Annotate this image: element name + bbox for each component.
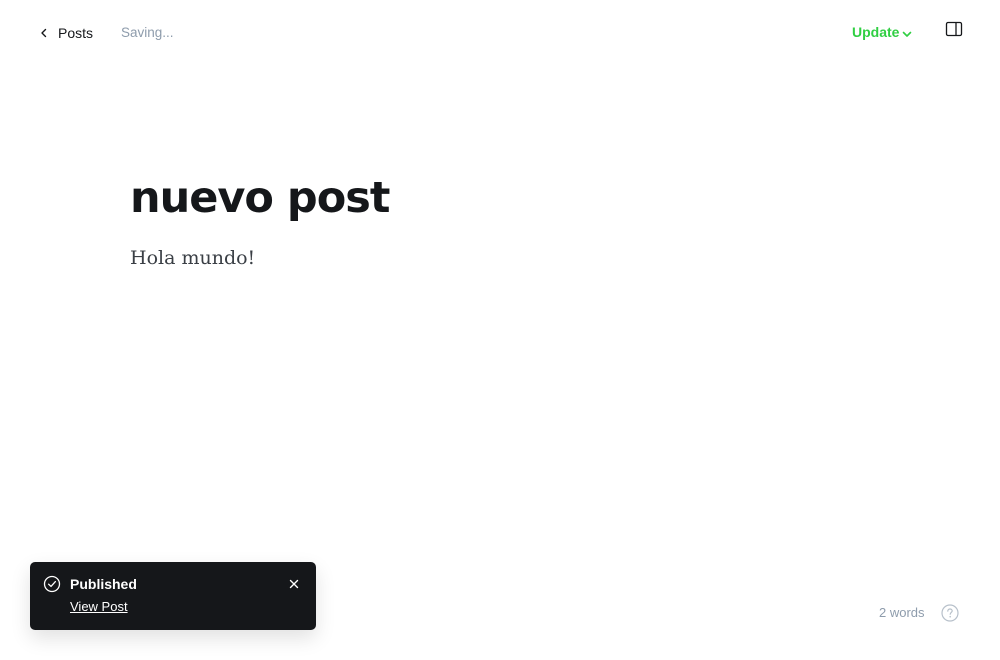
sidebar-panel-icon (944, 20, 964, 40)
update-button-label: Update (852, 24, 900, 40)
post-title[interactable]: nuevo post (130, 168, 390, 228)
check-circle-icon (43, 575, 61, 593)
view-post-link[interactable]: View Post (70, 599, 128, 614)
word-count: 2 words (879, 605, 925, 620)
back-link-label: Posts (58, 25, 94, 41)
update-button[interactable]: Update (852, 24, 912, 40)
back-to-posts-link[interactable]: Posts (39, 23, 93, 43)
help-circle-icon (941, 604, 959, 622)
published-notification: Published View Post (30, 562, 316, 630)
help-button[interactable] (941, 604, 959, 622)
post-body[interactable]: Hola mundo! (130, 244, 255, 272)
chevron-down-icon (902, 27, 912, 38)
editor-header: Posts Saving... Update (0, 0, 1000, 66)
toast-title: Published (70, 576, 137, 592)
save-status: Saving... (121, 25, 174, 40)
chevron-left-icon (39, 28, 49, 38)
close-icon[interactable] (287, 577, 301, 591)
post-editor: Posts Saving... Update nuevo post Hola m… (0, 0, 1000, 660)
settings-sidebar-toggle[interactable] (944, 20, 964, 40)
